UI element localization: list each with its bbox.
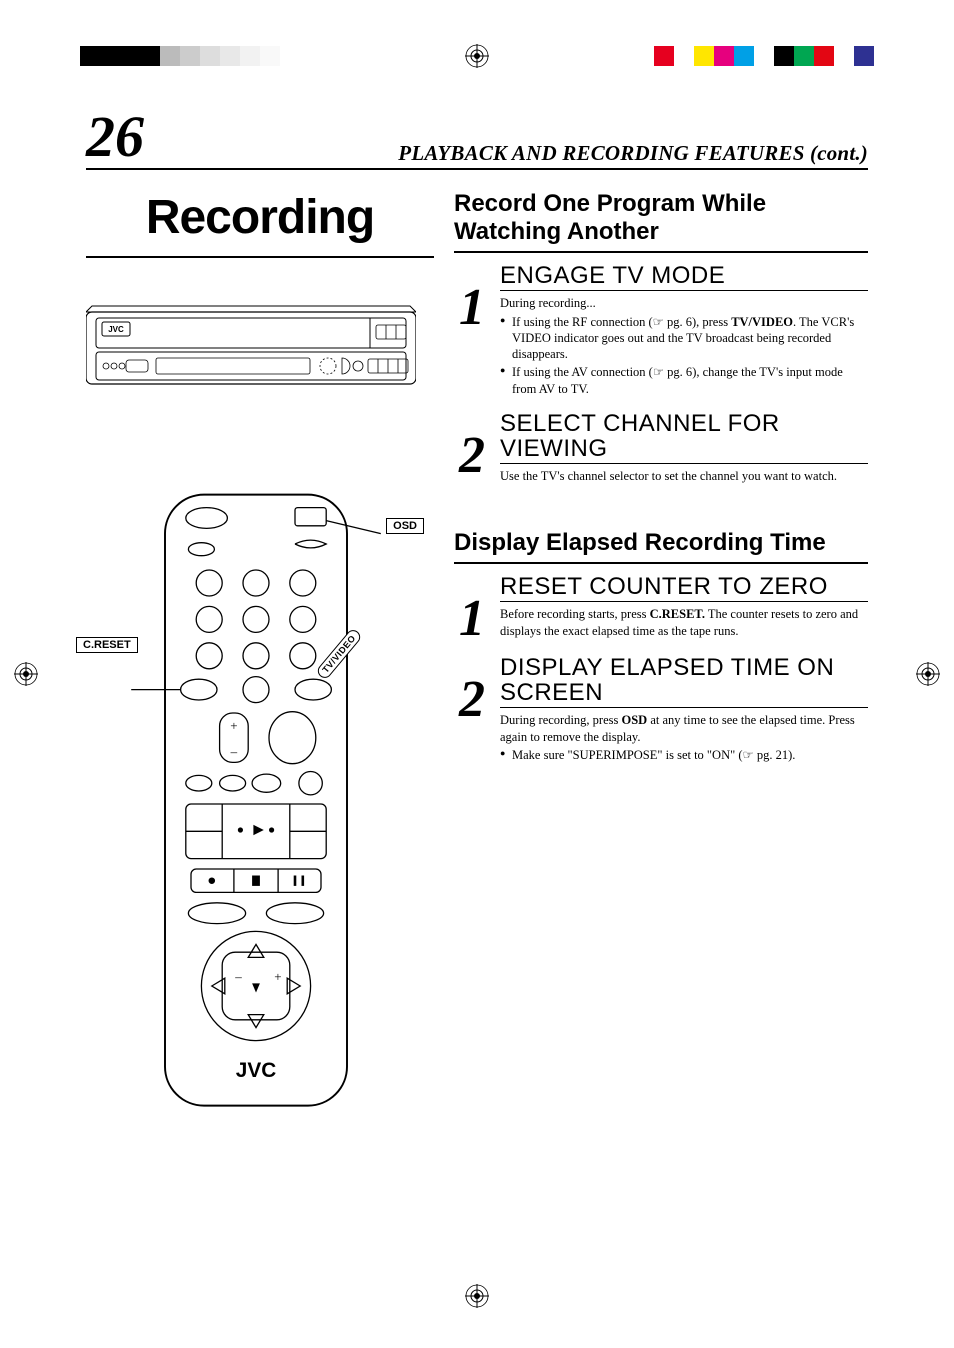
remote-illustration: OSD C.RESET TV/VIDEO [126, 492, 386, 1116]
step-text: Use the TV's channel selector to set the… [500, 468, 868, 484]
svg-text:+: + [230, 718, 237, 733]
step-title: RESET COUNTER TO ZERO [500, 574, 868, 602]
page-header: 26 PLAYBACK AND RECORDING FEATURES (cont… [86, 108, 868, 170]
page-number: 26 [86, 108, 144, 166]
print-marks-top [0, 46, 954, 76]
step-1-0: 1 RESET COUNTER TO ZERO Before recording… [454, 574, 868, 643]
manual-page: 26 PLAYBACK AND RECORDING FEATURES (cont… [86, 108, 868, 1258]
registration-mark-right [916, 662, 940, 686]
step-number: 2 [454, 411, 490, 487]
header-title: PLAYBACK AND RECORDING FEATURES (cont.) [398, 141, 868, 166]
section-heading-1: Display Elapsed Recording Time [454, 515, 868, 565]
bw-colorbar [80, 46, 300, 66]
step-title: DISPLAY ELAPSED TIME ON SCREEN [500, 655, 868, 708]
main-heading: Recording [86, 176, 434, 258]
callout-osd: OSD [386, 518, 424, 534]
step-number: 1 [454, 263, 490, 399]
jvc-badge: JVC [108, 325, 124, 334]
registration-mark-bottom [465, 1284, 489, 1308]
step-1-1: 2 DISPLAY ELAPSED TIME ON SCREEN During … [454, 655, 868, 765]
registration-mark-top [465, 44, 489, 68]
remote-brand: JVC [236, 1059, 276, 1082]
svg-text:+: + [274, 969, 281, 984]
step-text: During recording, press OSD at any time … [500, 712, 868, 763]
step-0-1: 2 SELECT CHANNEL FOR VIEWING Use the TV'… [454, 411, 868, 487]
section-heading-0: Record One Program While Watching Anothe… [454, 176, 868, 253]
vcr-illustration: JVC [86, 292, 416, 402]
cmyk-colorbar [654, 46, 874, 66]
step-intro: During recording... [500, 295, 868, 311]
step-title: SELECT CHANNEL FOR VIEWING [500, 411, 868, 464]
step-title: ENGAGE TV MODE [500, 263, 868, 291]
step-0-0: 1 ENGAGE TV MODE During recording... If … [454, 263, 868, 399]
step-number: 2 [454, 655, 490, 765]
callout-creset: C.RESET [76, 637, 138, 653]
svg-text:–: – [234, 969, 242, 984]
step-text: During recording... If using the RF conn… [500, 295, 868, 397]
svg-text:–: – [230, 744, 238, 759]
step-text: Before recording starts, press C.RESET. … [500, 606, 868, 639]
step-number: 1 [454, 574, 490, 643]
registration-mark-left [14, 662, 38, 686]
